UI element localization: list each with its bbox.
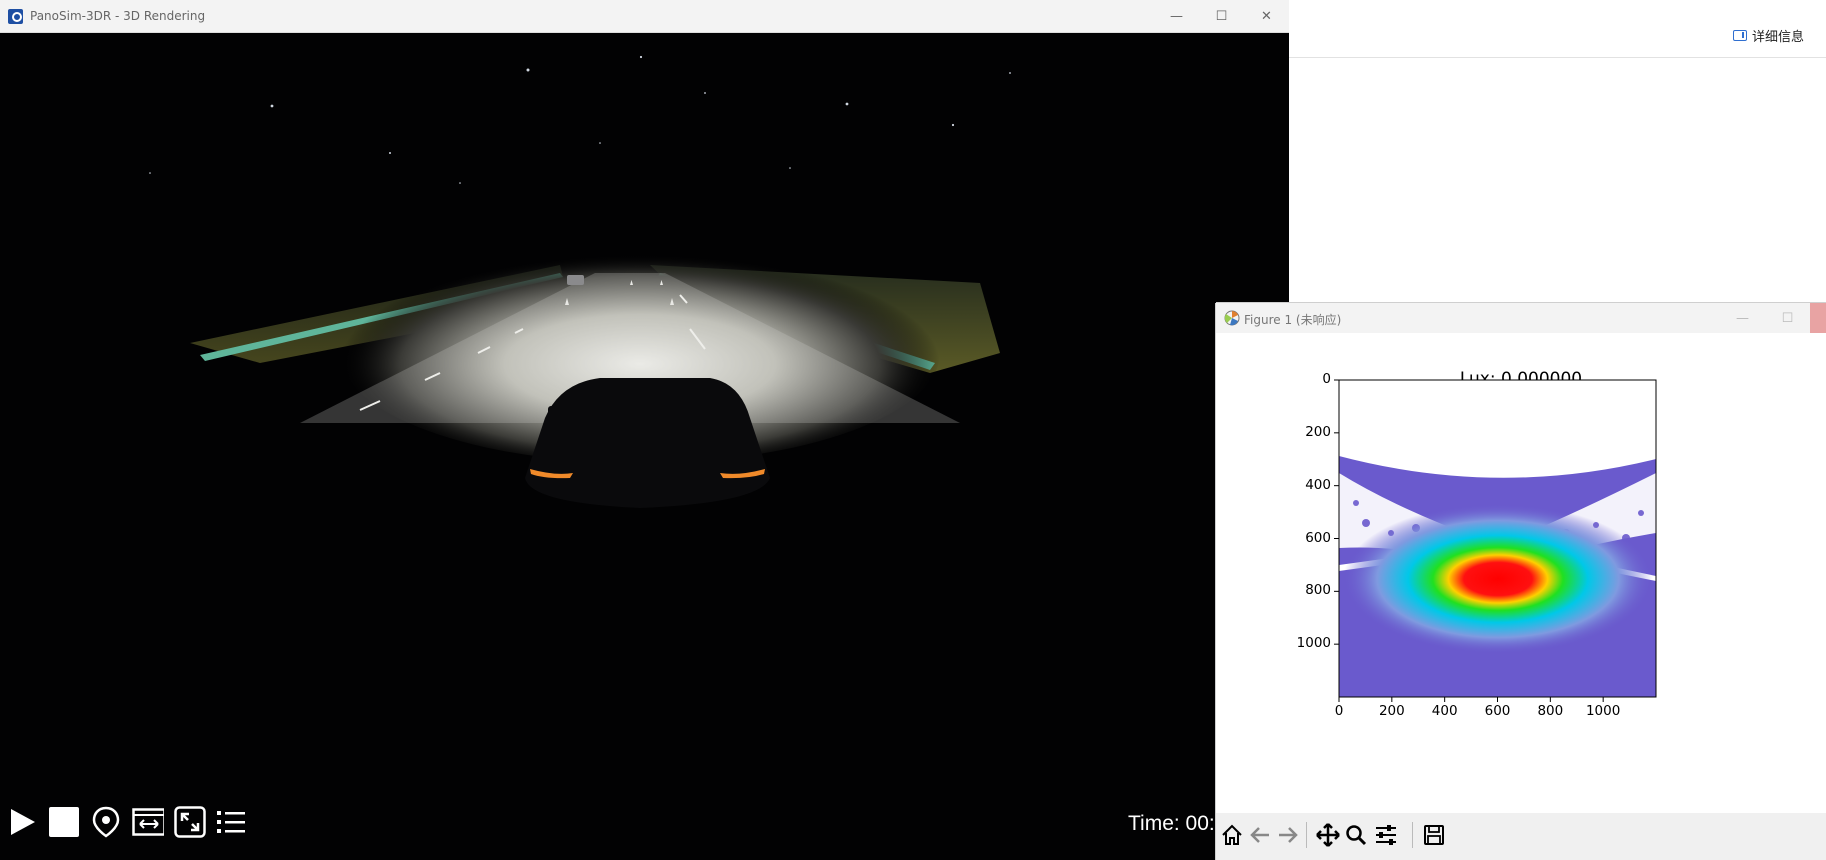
back-icon[interactable] [1246, 821, 1274, 849]
minimize-icon[interactable]: — [1154, 0, 1199, 32]
figure-toolbar [1216, 813, 1826, 860]
close-icon[interactable]: ✕ [1244, 0, 1289, 32]
y-tick-label: 0 [1322, 371, 1331, 387]
details-label: 详细信息 [1751, 30, 1804, 45]
stop-icon[interactable] [48, 806, 80, 838]
x-tick-label: 400 [1431, 703, 1458, 719]
panosim-titlebar[interactable]: PanoSim-3DR - 3D Rendering — ☐ ✕ [0, 0, 1289, 33]
simulation-toolbar [6, 806, 248, 838]
figure-minimize-icon[interactable]: — [1720, 303, 1765, 333]
fullscreen-icon[interactable] [174, 806, 206, 838]
y-tick-label: 1000 [1296, 635, 1331, 652]
x-tick-label: 200 [1378, 703, 1405, 719]
x-tick-label: 800 [1537, 703, 1564, 719]
y-tick-label: 400 [1305, 476, 1331, 493]
y-tick-label: 200 [1305, 423, 1331, 440]
panel-icon [1732, 30, 1747, 41]
zoom-icon[interactable] [1342, 821, 1370, 849]
plot-area[interactable]: Lux: 0.000000 0 200 400 600 800 1000 0 2… [1216, 333, 1826, 817]
play-icon[interactable] [6, 806, 38, 838]
figure-close-icon[interactable] [1810, 303, 1826, 333]
list-icon[interactable] [216, 806, 248, 838]
panosim-window: PanoSim-3DR - 3D Rendering — ☐ ✕ Time: 0… [0, 0, 1289, 860]
maximize-icon[interactable]: ☐ [1199, 0, 1244, 32]
figure-window-title: Figure 1 (未响应) [1244, 313, 1342, 327]
home-icon[interactable] [1218, 821, 1246, 849]
panosim-window-title: PanoSim-3DR - 3D Rendering [30, 9, 206, 23]
y-tick-label: 600 [1305, 529, 1331, 546]
y-tick-label: 800 [1305, 582, 1331, 599]
switch-view-icon[interactable] [132, 806, 164, 838]
pan-icon[interactable] [1314, 821, 1342, 849]
configure-subplots-icon[interactable] [1372, 821, 1400, 849]
panosim-logo-icon [8, 9, 23, 24]
x-tick-label: 600 [1484, 703, 1511, 719]
x-tick-label: 0 [1334, 703, 1344, 719]
matplotlib-logo-icon [1224, 310, 1240, 326]
figure-maximize-icon[interactable]: ☐ [1765, 303, 1810, 333]
x-tick-label: 1000 [1585, 703, 1621, 719]
location-icon[interactable] [90, 806, 122, 838]
background-app-topbar: 详细信息 [1288, 10, 1826, 58]
lux-heatmap [1334, 379, 1657, 702]
figure-titlebar[interactable]: Figure 1 (未响应) — ☐ [1216, 303, 1826, 333]
save-icon[interactable] [1420, 821, 1448, 849]
forward-icon[interactable] [1274, 821, 1302, 849]
figure-window: Figure 1 (未响应) — ☐ Lux: 0.000000 0 200 4… [1216, 303, 1826, 860]
simulation-time-label: Time: 00: [1128, 812, 1215, 835]
3d-render-viewport[interactable] [0, 33, 1289, 860]
details-button[interactable]: 详细信息 [1732, 26, 1804, 45]
